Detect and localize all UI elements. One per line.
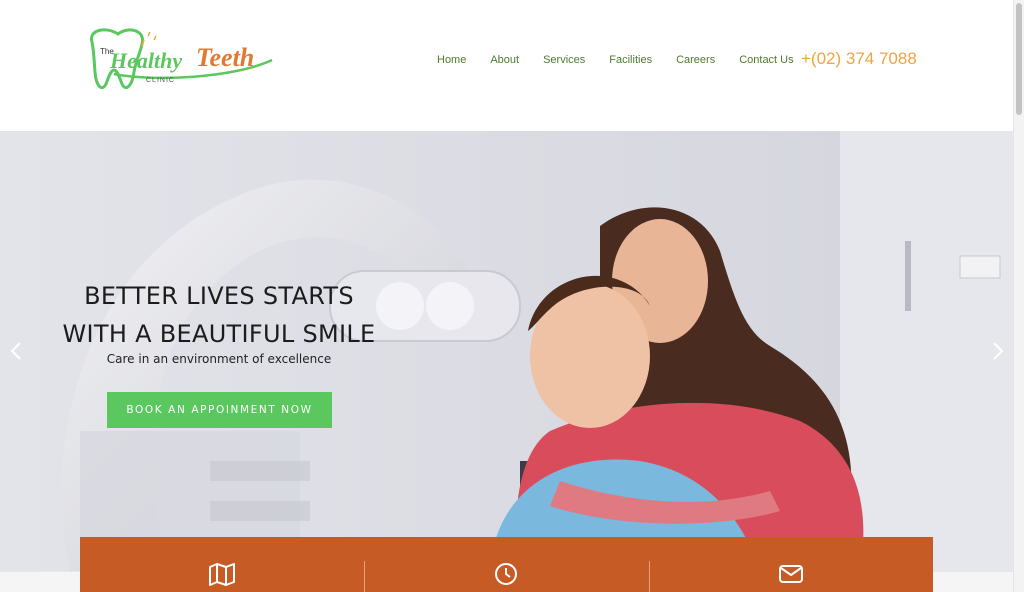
scrollbar-thumb[interactable]	[1016, 3, 1022, 115]
nav-contact-us[interactable]: Contact Us	[739, 52, 793, 68]
tooth-logo-icon: The Healthy Teeth CLINIC	[89, 28, 273, 89]
slider-next-button[interactable]	[988, 339, 1008, 363]
nav-careers[interactable]: Careers	[676, 52, 715, 68]
clinic-logo[interactable]: The Healthy Teeth CLINIC	[84, 26, 280, 98]
book-appointment-button[interactable]: BOOK AN APPOINMENT NOW	[107, 392, 332, 428]
slider-prev-button[interactable]	[6, 339, 26, 363]
hero-title: BETTER LIVES STARTS WITH A BEAUTIFUL SMI…	[40, 277, 398, 353]
logo-clinic-text: CLINIC	[146, 77, 175, 84]
main-nav: Home About Services Facilities Careers C…	[437, 52, 818, 68]
envelope-icon	[778, 565, 803, 583]
hero-title-line-1: BETTER LIVES STARTS	[84, 282, 354, 310]
nav-home[interactable]: Home	[437, 52, 466, 68]
info-location[interactable]	[80, 537, 364, 592]
clock-icon	[495, 563, 518, 585]
logo-healthy-text: Healthy	[109, 48, 182, 73]
hero-title-line-2: WITH A BEAUTIFUL SMILE	[62, 320, 376, 348]
nav-facilities[interactable]: Facilities	[609, 52, 652, 68]
hero-slider: BETTER LIVES STARTS WITH A BEAUTIFUL SMI…	[0, 131, 1013, 571]
logo-teeth-text: Teeth	[196, 43, 254, 72]
nav-about[interactable]: About	[490, 52, 519, 68]
info-bar	[80, 537, 933, 592]
chevron-left-icon	[10, 342, 21, 360]
map-icon	[209, 563, 236, 586]
page-scrollbar[interactable]	[1013, 0, 1024, 592]
phone-number[interactable]: +(02) 374 7088	[801, 49, 917, 69]
info-hours[interactable]	[364, 537, 648, 592]
info-email[interactable]	[648, 537, 933, 592]
nav-services[interactable]: Services	[543, 52, 585, 68]
chevron-right-icon	[993, 342, 1004, 360]
site-header: The Healthy Teeth CLINIC Home About Serv…	[0, 0, 1013, 131]
hero-subtitle: Care in an environment of excellence	[106, 352, 332, 366]
